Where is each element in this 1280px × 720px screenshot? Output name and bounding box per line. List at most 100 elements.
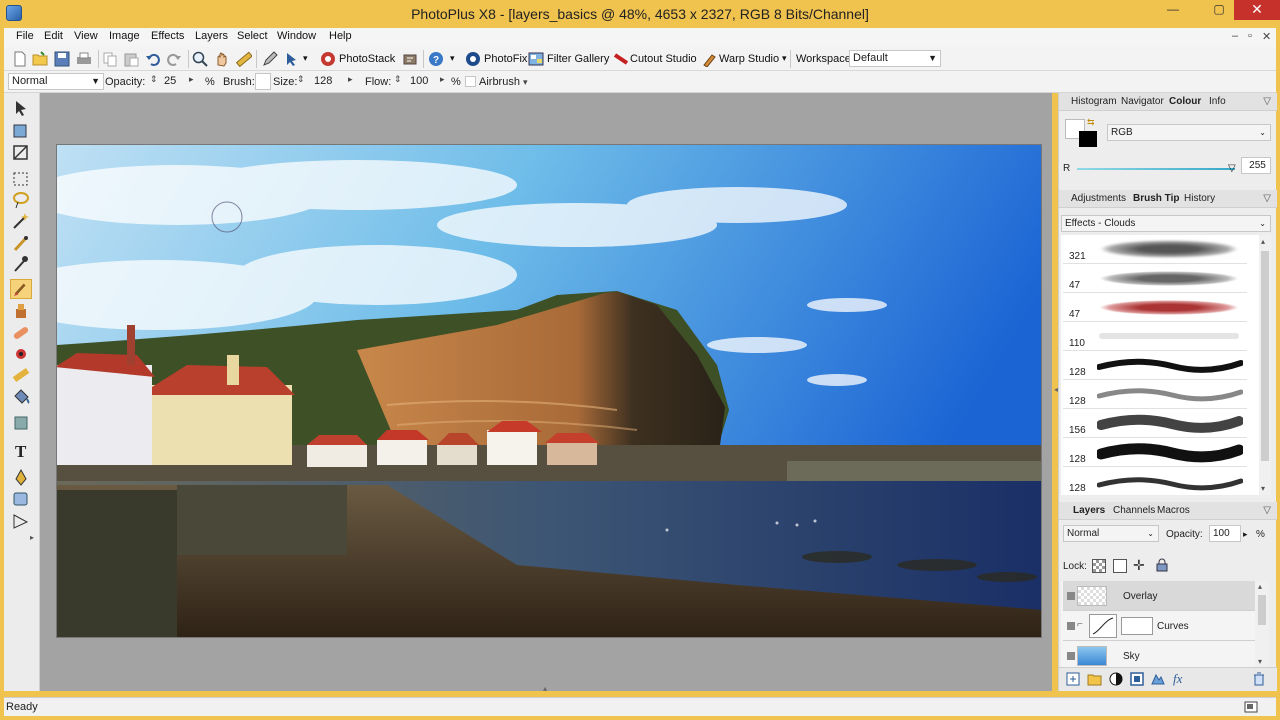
paste-icon[interactable] <box>123 51 139 67</box>
tab-macros[interactable]: Macros <box>1157 505 1190 516</box>
ruler-icon[interactable] <box>236 51 252 67</box>
panel-menu-icon[interactable]: ▽ <box>1263 505 1271 516</box>
menu-help[interactable]: Help <box>329 30 352 42</box>
lasso-tool-icon[interactable] <box>10 190 32 210</box>
straighten-tool-icon[interactable] <box>10 143 32 163</box>
pen-tool-icon[interactable] <box>10 467 32 487</box>
print-icon[interactable] <box>76 51 92 67</box>
filter-gallery-button[interactable]: Filter Gallery <box>547 53 609 65</box>
scrollbar-thumb[interactable] <box>1261 251 1269 461</box>
opacity-slider-arrow[interactable]: ▸ <box>1243 529 1248 540</box>
mask-icon[interactable] <box>1130 672 1144 686</box>
restore-button[interactable]: ▢ <box>1204 0 1234 20</box>
chevron-right-icon[interactable]: ▸ <box>30 533 34 542</box>
size-slider-arrow[interactable]: ▸ <box>348 74 353 85</box>
text-tool-icon[interactable]: T <box>10 440 32 460</box>
stamp-icon[interactable] <box>402 51 418 67</box>
undo-icon[interactable] <box>145 51 161 67</box>
red-eye-tool-icon[interactable] <box>10 344 32 364</box>
panel-menu-icon[interactable]: ▽ <box>1263 193 1271 204</box>
menu-view[interactable]: View <box>74 30 98 42</box>
blend-mode-select[interactable]: Normal ▼ <box>8 73 104 90</box>
chevron-down-icon[interactable]: ▾ <box>1258 657 1262 666</box>
lock-all-icon[interactable] <box>1156 558 1168 572</box>
menu-effects[interactable]: Effects <box>151 30 184 42</box>
swap-colours-icon[interactable]: ⇆ <box>1087 117 1095 128</box>
brush-category-select[interactable]: Effects - Clouds ⌄ <box>1061 215 1271 232</box>
fx-icon[interactable]: fx <box>1173 671 1182 687</box>
doc-restore-button[interactable]: ▫ <box>1248 30 1252 42</box>
visibility-toggle[interactable] <box>1067 622 1075 630</box>
opacity-slider-arrow[interactable]: ▸ <box>189 74 194 85</box>
pen-icon[interactable] <box>262 51 278 67</box>
photostack-icon[interactable] <box>320 51 336 67</box>
tab-channels[interactable]: Channels <box>1113 505 1155 516</box>
layer-row[interactable]: Sky <box>1063 641 1255 667</box>
opacity-field[interactable]: 25 <box>160 73 186 90</box>
magic-wand-tool-icon[interactable] <box>10 211 32 231</box>
menu-select[interactable]: Select <box>237 30 268 42</box>
brush-item[interactable]: 156 <box>1063 409 1247 438</box>
brush-item[interactable]: 47 <box>1063 293 1247 322</box>
select-arrow-icon[interactable] <box>284 51 300 67</box>
status-panel-icon[interactable] <box>1244 700 1258 714</box>
chevron-up-icon[interactable]: ▴ <box>543 684 547 693</box>
chevron-down-icon[interactable]: ▾ <box>303 53 308 64</box>
menu-edit[interactable]: Edit <box>44 30 63 42</box>
doc-minimize-button[interactable]: – <box>1232 30 1238 42</box>
menu-image[interactable]: Image <box>109 30 140 42</box>
new-layer-icon[interactable] <box>1066 672 1080 686</box>
visibility-toggle[interactable] <box>1067 652 1075 660</box>
background-swatch[interactable] <box>1079 131 1097 147</box>
brush-item[interactable]: 110 <box>1063 322 1247 351</box>
lock-pixels-icon[interactable] <box>1113 559 1127 573</box>
tab-brush-tip[interactable]: Brush Tip <box>1133 193 1179 204</box>
brush-item[interactable]: 128 <box>1063 438 1247 467</box>
redo-icon[interactable] <box>166 51 182 67</box>
brush-item[interactable]: 128 <box>1063 380 1247 409</box>
move-tool-icon[interactable] <box>10 99 32 119</box>
hand-icon[interactable] <box>214 51 230 67</box>
panel-menu-icon[interactable]: ▽ <box>1263 96 1271 107</box>
colour-model-select[interactable]: RGB ⌄ <box>1107 124 1271 141</box>
warp-studio-button[interactable]: Warp Studio <box>719 53 779 65</box>
rect-selection-tool-icon[interactable] <box>10 169 32 189</box>
chevron-down-icon[interactable]: ▾ <box>450 53 455 64</box>
save-icon[interactable] <box>54 51 70 67</box>
doc-close-button[interactable]: ✕ <box>1262 30 1271 43</box>
menu-file[interactable]: File <box>16 30 34 42</box>
copy-icon[interactable] <box>102 51 118 67</box>
channel-r-field[interactable]: 255 <box>1241 157 1271 174</box>
node-tool-icon[interactable] <box>10 511 32 531</box>
flow-field[interactable]: 100 <box>406 73 436 90</box>
open-folder-icon[interactable] <box>32 51 48 67</box>
image-canvas[interactable] <box>56 144 1042 638</box>
close-button[interactable]: ✕ <box>1234 0 1280 20</box>
live-filter-icon[interactable] <box>1151 672 1165 686</box>
brush-list-scrollbar[interactable]: ▴ ▾ <box>1259 235 1271 495</box>
photofix-button[interactable]: PhotoFix <box>484 53 527 65</box>
fill-tool-icon[interactable] <box>10 387 32 407</box>
lock-transparency-icon[interactable] <box>1092 559 1106 573</box>
chevron-down-icon[interactable]: ▾ <box>523 77 528 88</box>
chevron-up-icon[interactable]: ▴ <box>1261 237 1265 246</box>
workspace-select[interactable]: Default ▼ <box>849 50 941 67</box>
smudge-tool-icon[interactable] <box>10 413 32 433</box>
brush-item[interactable]: 128 <box>1063 467 1247 495</box>
zoom-icon[interactable] <box>192 51 208 67</box>
filter-gallery-icon[interactable] <box>528 51 544 67</box>
tab-layers[interactable]: Layers <box>1073 505 1105 516</box>
tab-colour[interactable]: Colour <box>1169 96 1201 107</box>
menu-window[interactable]: Window <box>277 30 316 42</box>
cutout-studio-icon[interactable] <box>613 51 629 67</box>
shape-tool-icon[interactable] <box>10 489 32 509</box>
minimize-button[interactable]: — <box>1158 0 1188 20</box>
eyedropper-tool-icon[interactable] <box>10 254 32 274</box>
tab-adjustments[interactable]: Adjustments <box>1071 193 1126 204</box>
new-group-icon[interactable] <box>1087 672 1102 686</box>
delete-layer-icon[interactable] <box>1253 672 1265 686</box>
tab-history[interactable]: History <box>1184 193 1215 204</box>
chevron-down-icon[interactable]: ▾ <box>1261 484 1265 493</box>
channel-r-slider[interactable] <box>1077 168 1235 170</box>
layer-row[interactable]: ⌐ Curves <box>1063 611 1255 641</box>
